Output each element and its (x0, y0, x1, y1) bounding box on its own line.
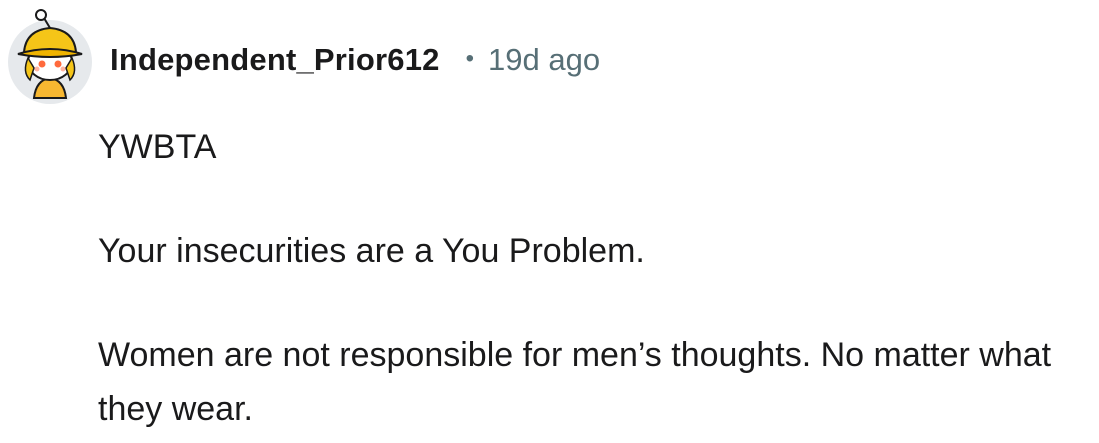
meta-separator: • (465, 45, 474, 72)
comment-meta: Independent_Prior612 • 19d ago (110, 38, 600, 82)
comment-paragraph: YWBTA (98, 128, 217, 166)
timestamp[interactable]: 19d ago (488, 42, 600, 78)
comment-paragraph: Women are not responsible for men’s thou… (98, 336, 1052, 428)
user-avatar[interactable] (4, 6, 96, 106)
username-link[interactable]: Independent_Prior612 (110, 42, 440, 78)
comment: Independent_Prior612 • 19d ago YWBTA You… (0, 0, 1099, 443)
snoo-avatar-icon (8, 9, 92, 104)
comment-body: YWBTA Your insecurities are a You Proble… (98, 120, 1088, 436)
comment-paragraph: Your insecurities are a You Problem. (98, 232, 645, 270)
